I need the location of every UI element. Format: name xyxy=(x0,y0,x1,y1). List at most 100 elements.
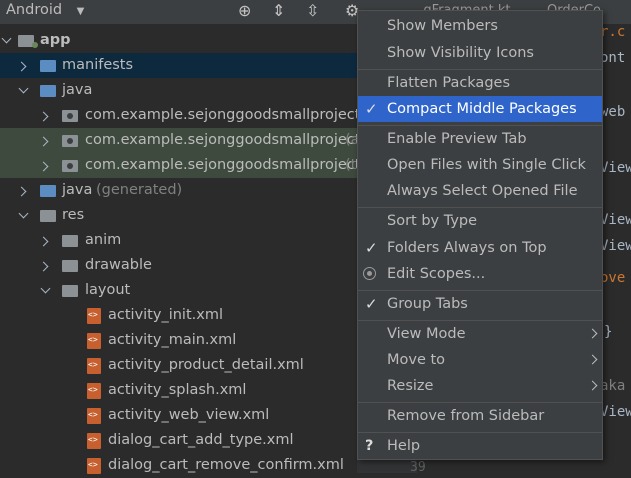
menu-item-label: View Mode xyxy=(387,326,466,342)
code-fragment: View xyxy=(600,212,631,228)
tree-item-label: java xyxy=(62,82,93,98)
folder-icon xyxy=(62,260,78,272)
menu-item-folders-on-top[interactable]: ✓ Folders Always on Top xyxy=(358,235,602,261)
menu-item-label: Compact Middle Packages xyxy=(387,101,577,117)
view-selector[interactable]: Android ▼ xyxy=(6,2,84,18)
menu-item-label: Sort by Type xyxy=(387,213,478,229)
menu-item-label: Remove from Sidebar xyxy=(387,408,545,424)
module-badge-icon xyxy=(32,42,38,48)
menu-item-edit-scopes[interactable]: Edit Scopes... xyxy=(358,261,602,287)
menu-item-label: Edit Scopes... xyxy=(387,266,486,282)
code-fragment: ont xyxy=(600,50,626,66)
collapse-all-icon[interactable]: ⇳ xyxy=(306,1,319,20)
menu-item-label: Flatten Packages xyxy=(387,75,511,91)
chevron-right-icon xyxy=(587,380,598,391)
chevron-down-icon[interactable] xyxy=(2,35,12,45)
menu-item-label: Enable Preview Tab xyxy=(387,131,527,147)
tree-item-label: activity_splash.xml xyxy=(108,382,247,398)
chevron-down-icon[interactable] xyxy=(41,285,51,295)
xml-file-icon xyxy=(87,333,101,349)
menu-item-show-members[interactable]: Show Members xyxy=(358,13,602,39)
menu-item-view-mode[interactable]: View Mode xyxy=(358,321,602,347)
locate-icon[interactable]: ⊕ xyxy=(238,1,251,20)
xml-file-icon xyxy=(87,408,101,424)
chevron-down-icon: ▼ xyxy=(76,6,85,17)
xml-file-icon xyxy=(87,433,101,449)
res-folder-icon xyxy=(40,210,56,222)
tree-item-label: layout xyxy=(85,282,131,298)
code-fragment: aka xyxy=(600,378,626,394)
menu-item-always-select-opened[interactable]: Always Select Opened File xyxy=(358,178,602,204)
menu-item-group-tabs[interactable]: ✓ Group Tabs xyxy=(358,291,602,317)
chevron-right-icon[interactable] xyxy=(18,61,28,71)
chevron-right-icon[interactable] xyxy=(40,236,50,246)
menu-item-open-single-click[interactable]: Open Files with Single Click xyxy=(358,152,602,178)
code-fragment: View xyxy=(600,404,631,420)
menu-item-label: Open Files with Single Click xyxy=(387,157,586,173)
package-icon xyxy=(62,135,78,147)
tree-item-label: activity_product_detail.xml xyxy=(108,357,304,373)
package-icon xyxy=(62,160,78,172)
chevron-right-icon[interactable] xyxy=(40,161,50,171)
menu-item-label: Help xyxy=(387,438,421,454)
tree-item-label: anim xyxy=(85,232,122,248)
menu-item-enable-preview-tab[interactable]: Enable Preview Tab xyxy=(358,126,602,152)
chevron-right-icon xyxy=(587,354,598,365)
menu-item-sort-by-type[interactable]: Sort by Type xyxy=(358,208,602,234)
menu-item-label: Move to xyxy=(387,352,446,368)
chevron-down-icon[interactable] xyxy=(19,85,29,95)
expand-all-icon[interactable]: ⇕ xyxy=(272,1,285,20)
tree-item-label: drawable xyxy=(85,257,152,273)
folder-icon xyxy=(40,60,56,72)
code-editor[interactable]: r.c ont web View View View ove } aka Vie… xyxy=(600,24,631,473)
folder-icon xyxy=(62,235,78,247)
menu-item-help[interactable]: ? Help xyxy=(358,433,602,459)
tree-item-label: activity_main.xml xyxy=(108,332,237,348)
menu-item-move-to[interactable]: Move to xyxy=(358,347,602,373)
menu-item-compact-middle-packages[interactable]: ✓ Compact Middle Packages xyxy=(358,96,602,122)
chevron-right-icon xyxy=(587,328,598,339)
chevron-right-icon[interactable] xyxy=(40,111,50,121)
help-icon: ? xyxy=(365,438,374,454)
checkmark-icon: ✓ xyxy=(365,100,378,118)
checkmark-icon: ✓ xyxy=(365,239,378,257)
tree-item-suffix: (generated) xyxy=(96,182,183,198)
menu-item-label: Show Visibility Icons xyxy=(387,45,534,61)
project-options-menu: Show Members Show Visibility Icons Flatt… xyxy=(357,10,603,460)
menu-item-flatten-packages[interactable]: Flatten Packages xyxy=(358,70,602,96)
menu-item-label: Show Members xyxy=(387,18,498,34)
tree-item-label: res xyxy=(62,207,85,223)
tree-item-label: com.example.sejonggoodsmallproject xyxy=(85,107,361,123)
code-fragment: ove xyxy=(600,270,626,286)
tree-item-label: java xyxy=(62,182,93,198)
menu-item-label: Group Tabs xyxy=(387,296,468,312)
code-fragment: } xyxy=(604,324,613,340)
menu-item-remove-from-sidebar[interactable]: Remove from Sidebar xyxy=(358,403,602,429)
code-fragment: View xyxy=(600,160,631,176)
tree-item-suffix: (t xyxy=(345,157,357,173)
tree-item-label: manifests xyxy=(62,57,134,73)
chevron-right-icon[interactable] xyxy=(40,261,50,271)
chevron-right-icon[interactable] xyxy=(40,136,50,146)
folder-icon xyxy=(40,85,56,97)
checkmark-icon: ✓ xyxy=(365,295,378,313)
xml-file-icon xyxy=(87,308,101,324)
tree-item-label: com.example.sejonggoodsmallproject xyxy=(85,132,361,148)
menu-item-show-visibility-icons[interactable]: Show Visibility Icons xyxy=(358,40,602,66)
radio-icon xyxy=(363,267,376,280)
code-fragment: r.c xyxy=(600,24,626,40)
chevron-down-icon[interactable] xyxy=(19,210,29,220)
tree-item-label: dialog_cart_add_type.xml xyxy=(108,432,294,448)
menu-item-resize[interactable]: Resize xyxy=(358,373,602,399)
package-icon xyxy=(62,110,78,122)
xml-file-icon xyxy=(87,358,101,374)
xml-file-icon xyxy=(87,458,101,474)
chevron-right-icon[interactable] xyxy=(18,186,28,196)
menu-item-label: Always Select Opened File xyxy=(387,183,578,199)
tree-item-label: com.example.sejonggoodsmallproject xyxy=(85,157,361,173)
generated-folder-icon xyxy=(40,185,56,197)
code-fragment: web xyxy=(600,104,626,120)
tree-item-label: dialog_cart_remove_confirm.xml xyxy=(108,457,344,473)
menu-item-label: Resize xyxy=(387,378,434,394)
tree-item-label: app xyxy=(40,32,71,48)
